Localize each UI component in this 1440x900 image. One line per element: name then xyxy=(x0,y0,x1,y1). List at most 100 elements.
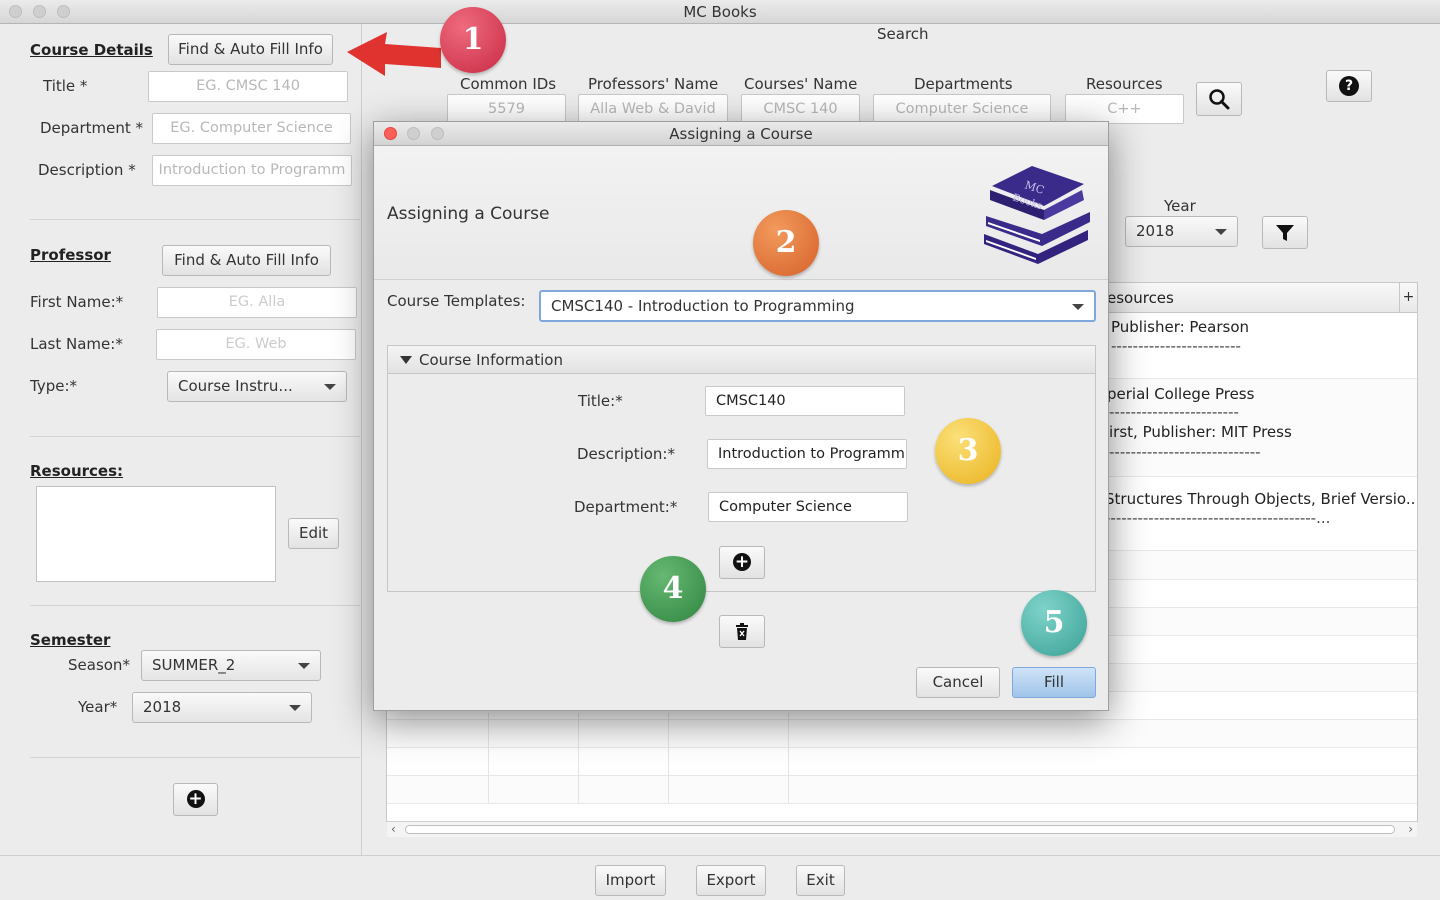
chevron-down-icon xyxy=(289,705,301,711)
dialog-header: Assigning a Course MC Books xyxy=(374,146,1108,280)
filter-icon xyxy=(1276,225,1294,241)
course-title-input[interactable]: EG. CMSC 140 xyxy=(148,71,348,102)
departments-label: Departments xyxy=(914,75,1013,93)
search-heading: Search xyxy=(877,25,929,43)
left-panel-divider xyxy=(361,24,362,856)
type-label: Type:* xyxy=(30,377,78,395)
add-course-button[interactable]: + xyxy=(173,783,218,816)
chevron-down-icon xyxy=(298,663,310,669)
trash-icon xyxy=(736,623,748,640)
collapse-arrow-icon xyxy=(400,356,412,364)
annotation-badge-2: 2 xyxy=(753,210,819,276)
resource-cell-text: perial College Press xyxy=(1107,385,1255,403)
annotation-badge-3: 3 xyxy=(935,418,1001,484)
professors-name-input[interactable]: Alla Web & David xyxy=(578,94,728,124)
courses-name-label: Courses' Name xyxy=(744,75,858,93)
resource-cell-text: ---------------------------- xyxy=(1109,443,1261,461)
dialog-close-button[interactable] xyxy=(384,127,397,140)
course-templates-value: CMSC140 - Introduction to Programming xyxy=(551,297,855,315)
table-row[interactable] xyxy=(387,720,1417,748)
dialog-title-input[interactable]: CMSC140 xyxy=(705,386,905,416)
professor-autofill-button[interactable]: Find & Auto Fill Info xyxy=(162,245,331,276)
divider xyxy=(30,757,360,758)
season-select[interactable]: SUMMER_2 xyxy=(141,650,321,681)
scrollbar-thumb[interactable] xyxy=(405,825,1395,834)
dialog-department-input[interactable]: Computer Science xyxy=(708,492,908,522)
type-select-value: Course Instru... xyxy=(178,377,293,395)
course-templates-select[interactable]: CMSC140 - Introduction to Programming xyxy=(539,290,1096,322)
exit-button[interactable]: Exit xyxy=(796,865,845,896)
dialog-description-input[interactable]: Introduction to Programm xyxy=(707,439,907,469)
annotation-arrow xyxy=(347,32,441,76)
course-autofill-button[interactable]: Find & Auto Fill Info xyxy=(168,34,333,65)
bottom-divider xyxy=(0,855,1440,856)
common-ids-input[interactable]: 5579 xyxy=(447,94,566,124)
dialog-department-label: Department:* xyxy=(574,498,678,516)
course-templates-label: Course Templates: xyxy=(387,292,526,310)
year-select[interactable]: 2018 xyxy=(132,692,312,723)
annotation-badge-1: 1 xyxy=(440,7,506,73)
filter-button[interactable] xyxy=(1262,216,1308,249)
table-row[interactable] xyxy=(387,776,1417,804)
column-menu-button[interactable]: + xyxy=(1399,283,1417,313)
zoom-window-button[interactable] xyxy=(57,5,70,18)
course-information-title: Course Information xyxy=(419,351,563,369)
course-information-toggle[interactable]: Course Information xyxy=(388,346,1095,374)
import-button[interactable]: Import xyxy=(595,865,666,896)
edit-resources-button[interactable]: Edit xyxy=(288,518,339,549)
column-divider xyxy=(668,713,669,803)
last-name-input[interactable]: EG. Web xyxy=(156,329,356,360)
resource-cell-text: ------------------------ xyxy=(1111,337,1241,355)
dialog-add-button[interactable]: + xyxy=(719,546,765,579)
dialog-minimize-button[interactable] xyxy=(407,127,420,140)
horizontal-scrollbar[interactable]: ‹ › xyxy=(387,821,1417,837)
common-ids-label: Common IDs xyxy=(460,75,557,93)
semester-heading: Semester xyxy=(30,631,111,649)
help-icon: ? xyxy=(1339,76,1359,96)
course-department-input[interactable]: EG. Computer Science xyxy=(152,113,351,144)
dialog-titlebar: Assigning a Course xyxy=(374,122,1108,146)
type-select[interactable]: Course Instru... xyxy=(167,371,347,402)
last-name-label: Last Name:* xyxy=(30,335,123,353)
cancel-button[interactable]: Cancel xyxy=(916,667,1000,698)
divider xyxy=(30,605,360,606)
resources-list[interactable] xyxy=(36,486,276,582)
filter-year-select[interactable]: 2018 xyxy=(1125,216,1238,247)
season-select-value: SUMMER_2 xyxy=(152,656,236,674)
course-details-heading: Course Details xyxy=(30,41,153,59)
dialog-description-label: Description:* xyxy=(577,445,675,463)
table-row[interactable] xyxy=(387,748,1417,776)
column-divider xyxy=(578,713,579,803)
help-button[interactable]: ? xyxy=(1326,70,1372,102)
resources-search-input[interactable]: C++ xyxy=(1065,94,1184,124)
scroll-right-icon[interactable]: › xyxy=(1408,822,1413,836)
departments-input[interactable]: Computer Science xyxy=(873,94,1051,124)
scroll-left-icon[interactable]: ‹ xyxy=(391,822,396,836)
chevron-down-icon xyxy=(1072,304,1084,310)
course-description-input[interactable]: Introduction to Programm xyxy=(152,155,352,186)
close-window-button[interactable] xyxy=(9,5,22,18)
season-label: Season* xyxy=(68,656,130,674)
export-button[interactable]: Export xyxy=(696,865,766,896)
resources-column-header[interactable]: esources xyxy=(1107,289,1174,307)
annotation-badge-4: 4 xyxy=(640,556,706,622)
first-name-input[interactable]: EG. Alla xyxy=(157,287,357,318)
year-label: Year* xyxy=(78,698,118,716)
dialog-window-title: Assigning a Course xyxy=(669,125,813,143)
window-titlebar: MC Books xyxy=(0,0,1440,24)
chevron-down-icon xyxy=(324,384,336,390)
annotation-badge-5: 5 xyxy=(1021,590,1087,656)
assign-course-dialog: Assigning a Course Assigning a Course MC… xyxy=(373,121,1109,711)
plus-icon: + xyxy=(186,789,205,809)
dialog-zoom-button[interactable] xyxy=(431,127,444,140)
courses-name-input[interactable]: CMSC 140 xyxy=(741,94,860,124)
chevron-down-icon xyxy=(1215,229,1227,235)
resource-cell-text: ---------------------------------------.… xyxy=(1105,509,1331,527)
year-select-value: 2018 xyxy=(143,698,182,716)
minimize-window-button[interactable] xyxy=(33,5,46,18)
fill-button[interactable]: Fill xyxy=(1012,667,1096,698)
books-logo: MC Books xyxy=(984,166,1090,264)
dialog-delete-button[interactable] xyxy=(719,615,765,648)
search-button[interactable] xyxy=(1196,82,1242,116)
divider xyxy=(30,436,360,437)
